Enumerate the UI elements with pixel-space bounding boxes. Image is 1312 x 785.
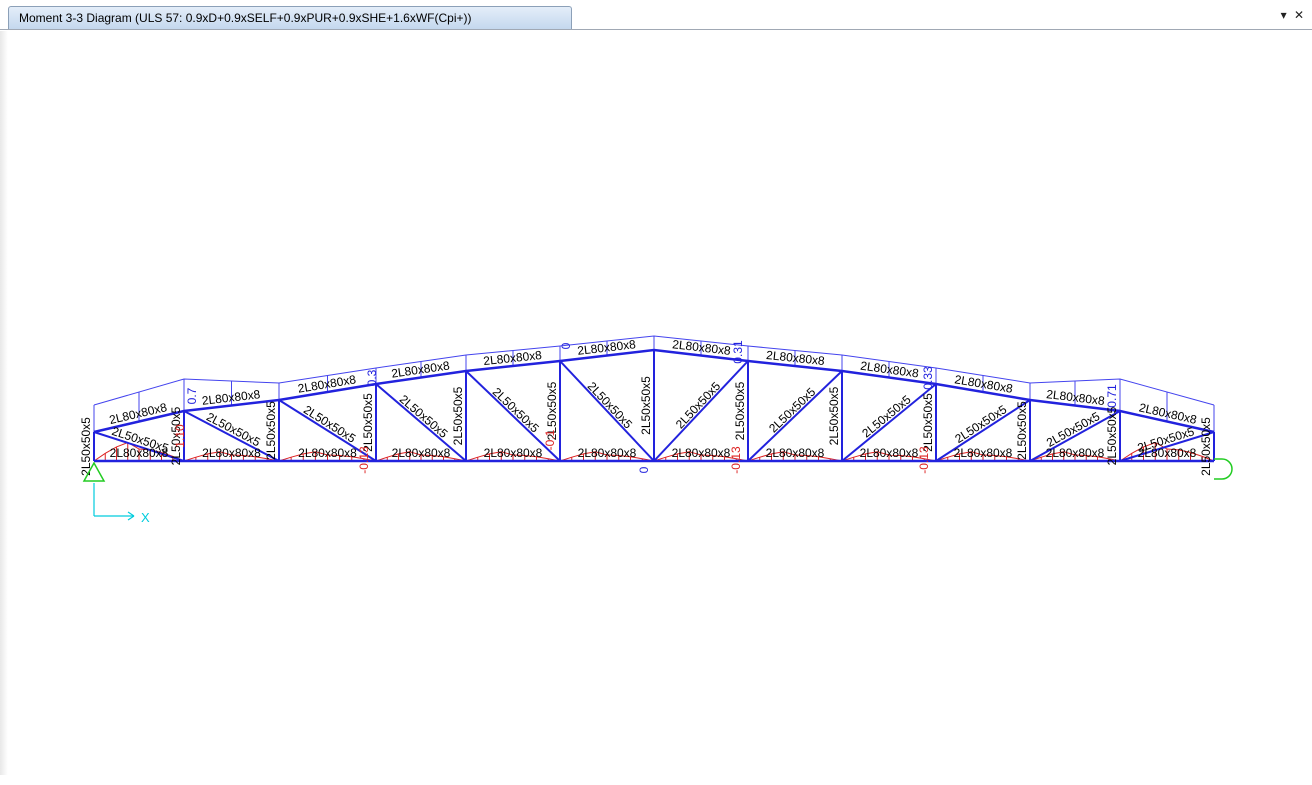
canvas-left-edge [0, 31, 8, 775]
vertical-section-label: 2L50x50x5 [264, 401, 278, 460]
moment-value-label: 0.7 [185, 387, 199, 404]
moment-value-label: 0.31 [731, 340, 745, 364]
global-axes: X [93, 483, 150, 525]
diagonal-section-label: 2L50x50x5 [490, 385, 542, 436]
diagonal-section-label: 2L50x50x5 [673, 379, 724, 432]
tab-controls: ▾ ✕ [1277, 8, 1304, 22]
moment-value-label: -0.13 [357, 446, 371, 474]
tab-list-dropdown-icon[interactable]: ▾ [1281, 8, 1287, 22]
bottom-chord-section-label: 2L80x80x8 [1046, 446, 1105, 460]
bottom-chord-section-label: 2L80x80x8 [298, 446, 357, 460]
moment-value-label: 0.71 [1105, 384, 1119, 408]
x-axis-label: X [141, 510, 150, 525]
vertical-section-label: 2L50x50x5 [1015, 401, 1029, 460]
tab-moment-diagram[interactable]: Moment 3-3 Diagram (ULS 57: 0.9xD+0.9xSE… [8, 6, 572, 29]
bottom-chord-section-label: 2L80x80x8 [766, 446, 825, 460]
model-canvas[interactable]: 2L80x80x8 2L80x80x8 2L50x50x5 2L80x80x8 2L80… [0, 31, 1312, 785]
moment-value-label: -0.13 [917, 446, 931, 474]
vertical-section-label: 2L50x50x5 [1105, 406, 1119, 465]
moment-value-label: -0.13 [729, 446, 743, 474]
bottom-chord-section-label: 2L80x80x8 [578, 446, 637, 460]
bottom-chord-section-label: 2L80x80x8 [484, 446, 543, 460]
vertical-section-label: 2L50x50x5 [1199, 417, 1213, 476]
diagonal-section-label: 2L50x50x5 [1044, 409, 1102, 450]
vertical-section-label: 2L50x50x5 [639, 376, 653, 435]
vertical-section-label: 2L50x50x5 [361, 393, 375, 452]
roller-support-icon [1214, 458, 1233, 480]
vertical-section-label: 2L50x50x5 [451, 386, 465, 445]
vertical-section-label: 2L50x50x5 [921, 393, 935, 452]
section-labels: 2L80x80x82L80x80x82L50x50x52L80x80x82L80… [79, 337, 1213, 476]
diagonal-section-label: 2L50x50x5 [301, 403, 358, 446]
truss-diagram: 2L80x80x82L80x80x82L50x50x52L80x80x82L80… [79, 335, 1233, 525]
diagonal-section-label: 2L50x50x5 [204, 410, 263, 450]
bottom-chord-section-label: 2L80x80x8 [672, 446, 731, 460]
supports [82, 458, 1233, 482]
bottom-chord-section-label: 2L80x80x8 [392, 446, 451, 460]
bottom-chord-section-label: 2L80x80x8 [202, 446, 261, 460]
diagonal-section-label: 2L50x50x5 [585, 379, 636, 432]
tab-bar-divider [0, 29, 1312, 30]
moment-value-label: 0 [559, 342, 573, 349]
vertical-section-label: 2L50x50x5 [733, 381, 747, 440]
document-tab-bar: Moment 3-3 Diagram (ULS 57: 0.9xD+0.9xSE… [0, 0, 1312, 31]
vertical-section-label: 2L50x50x5 [827, 386, 841, 445]
diagonal-section-label: 2L50x50x5 [397, 392, 451, 441]
vertical-section-label: 2L50x50x5 [79, 417, 93, 476]
truss-members [93, 348, 1215, 463]
moment-value-label: -0.1 [543, 429, 557, 450]
moment-value-label: 0.33 [921, 366, 935, 390]
diagonal-section-label: 2L50x50x5 [859, 392, 914, 440]
bottom-chord-section-label: 2L80x80x8 [954, 446, 1013, 460]
diagonal-section-label: 2L50x50x5 [766, 385, 818, 436]
close-icon[interactable]: ✕ [1294, 8, 1304, 22]
bottom-chord-section-label: 2L80x80x8 [860, 446, 919, 460]
moment-value-label: 1.10 [173, 424, 187, 448]
moment-value-label: 0 [637, 466, 651, 473]
moment-value-label: 0.3 [365, 369, 379, 386]
top-chord-section-label: 2L80x80x8 [108, 400, 169, 427]
diagonal-section-label: 2L50x50x5 [952, 402, 1009, 446]
